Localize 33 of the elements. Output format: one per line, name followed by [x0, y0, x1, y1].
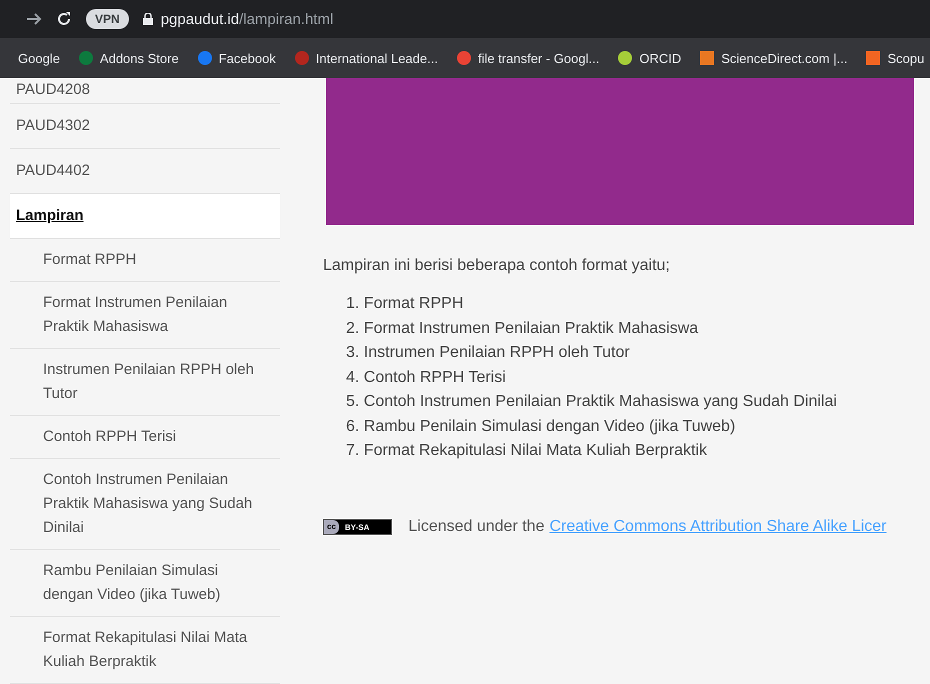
bookmark[interactable]: ORCID [617, 50, 682, 66]
sidebar-subitem[interactable]: Format RPPH [10, 239, 280, 282]
bookmark[interactable]: Addons Store [78, 50, 179, 66]
bookmark[interactable]: file transfer - Googl... [456, 50, 600, 66]
list-item: 7. Format Rekapitulasi Nilai Mata Kuliah Berpraktik [346, 442, 708, 460]
bookmark[interactable]: Google [18, 50, 60, 66]
license-text: Licensed under the [408, 518, 544, 536]
list-item: 6. Rambu Penilain Simulasi dengan Video (jika Tuweb) [346, 418, 736, 436]
bookmark[interactable]: Facebook [196, 50, 276, 66]
sidebar-item[interactable]: Lampiran [10, 194, 280, 239]
lock-icon [142, 13, 153, 25]
sidebar-subitem[interactable]: Format Instrumen Penilaian Praktik Mahasiswa [10, 282, 280, 349]
sidebar-subitem[interactable]: Rambu Penilaian Simulasi dengan Video (jika Tuweb) [10, 550, 280, 617]
license-badge[interactable]: cc BY-SA [323, 519, 392, 535]
list-item: 4. Contoh RPPH Terisi [346, 368, 507, 386]
address-bar[interactable]: pgpaudut.id/lampiran.html [142, 10, 334, 28]
reload-icon[interactable] [56, 11, 72, 27]
sidebar-subitem[interactable]: Contoh RPPH Terisi [10, 416, 280, 459]
sidebar-subitem[interactable]: Contoh Instrumen Penilaian Praktik Mahasiswa yang Sudah Dinilai [10, 459, 280, 550]
sidebar-subitem[interactable]: Format Rekapitulasi Nilai Mata Kuliah Berpraktik [10, 617, 280, 684]
bookmark[interactable]: ScienceDirect.com |... [699, 50, 848, 66]
sidebar-subitem[interactable]: Instrumen Penilaian RPPH oleh Tutor [10, 349, 280, 416]
bookmark[interactable]: Scopu [865, 50, 924, 66]
sidebar-item[interactable]: PAUD4302 [10, 104, 280, 149]
vpn-badge[interactable]: VPN [86, 9, 129, 29]
list-item: 1. Format RPPH [346, 295, 464, 313]
forward-icon[interactable] [26, 12, 42, 26]
intro-text: Lampiran ini berisi beberapa contoh format yaitu; [323, 257, 671, 275]
bookmark[interactable]: International Leade... [294, 50, 438, 66]
list-item: 3. Instrumen Penilaian RPPH oleh Tutor [346, 344, 631, 362]
list-item: 2. Format Instrumen Penilaian Praktik Mahasiswa [346, 320, 700, 338]
list-item: 5. Contoh Instrumen Penilaian Praktik Mahasiswa yang Sudah Dinilai [346, 393, 838, 411]
sidebar-item[interactable]: PAUD4208 [10, 78, 280, 104]
